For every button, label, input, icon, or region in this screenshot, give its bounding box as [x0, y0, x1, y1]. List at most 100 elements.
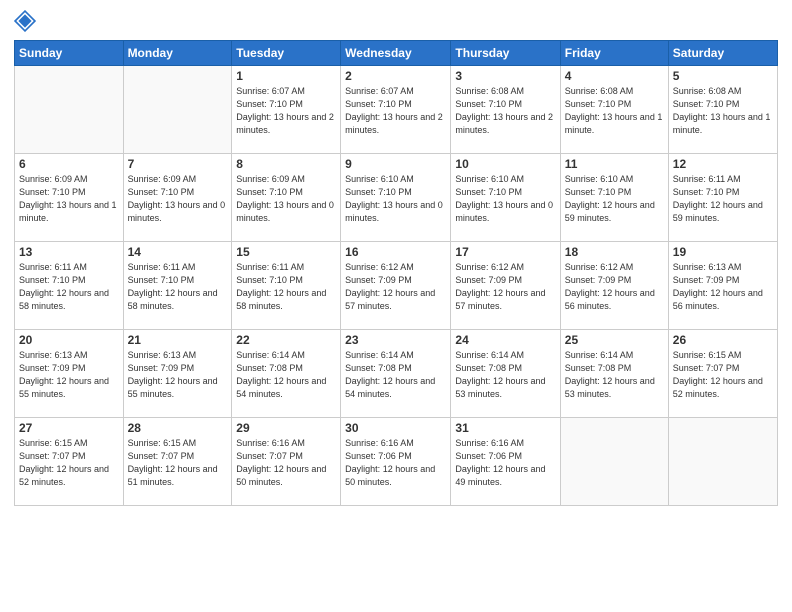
day-info: Sunrise: 6:14 AM Sunset: 7:08 PM Dayligh…	[455, 349, 555, 401]
table-row: 9 Sunrise: 6:10 AM Sunset: 7:10 PM Daylig…	[341, 154, 451, 242]
page-header	[14, 10, 778, 32]
table-row: 15 Sunrise: 6:11 AM Sunset: 7:10 PM Dayli…	[232, 242, 341, 330]
table-row: 13 Sunrise: 6:11 AM Sunset: 7:10 PM Dayli…	[15, 242, 124, 330]
day-number: 29	[236, 421, 336, 435]
day-info: Sunrise: 6:10 AM Sunset: 7:10 PM Dayligh…	[455, 173, 555, 225]
weekday-header: Saturday	[668, 41, 777, 66]
calendar-week-row: 6 Sunrise: 6:09 AM Sunset: 7:10 PM Daylig…	[15, 154, 778, 242]
day-info: Sunrise: 6:11 AM Sunset: 7:10 PM Dayligh…	[19, 261, 119, 313]
day-number: 17	[455, 245, 555, 259]
table-row: 27 Sunrise: 6:15 AM Sunset: 7:07 PM Dayli…	[15, 418, 124, 506]
weekday-header: Tuesday	[232, 41, 341, 66]
day-info: Sunrise: 6:07 AM Sunset: 7:10 PM Dayligh…	[236, 85, 336, 137]
calendar-week-row: 27 Sunrise: 6:15 AM Sunset: 7:07 PM Dayli…	[15, 418, 778, 506]
table-row	[15, 66, 124, 154]
day-number: 15	[236, 245, 336, 259]
day-number: 24	[455, 333, 555, 347]
day-number: 2	[345, 69, 446, 83]
day-info: Sunrise: 6:12 AM Sunset: 7:09 PM Dayligh…	[345, 261, 446, 313]
weekday-header: Wednesday	[341, 41, 451, 66]
day-number: 27	[19, 421, 119, 435]
table-row: 29 Sunrise: 6:16 AM Sunset: 7:07 PM Dayli…	[232, 418, 341, 506]
day-number: 7	[128, 157, 228, 171]
day-info: Sunrise: 6:08 AM Sunset: 7:10 PM Dayligh…	[455, 85, 555, 137]
day-number: 9	[345, 157, 446, 171]
day-number: 21	[128, 333, 228, 347]
day-info: Sunrise: 6:15 AM Sunset: 7:07 PM Dayligh…	[673, 349, 773, 401]
day-info: Sunrise: 6:11 AM Sunset: 7:10 PM Dayligh…	[673, 173, 773, 225]
table-row: 3 Sunrise: 6:08 AM Sunset: 7:10 PM Daylig…	[451, 66, 560, 154]
day-number: 13	[19, 245, 119, 259]
table-row: 22 Sunrise: 6:14 AM Sunset: 7:08 PM Dayli…	[232, 330, 341, 418]
weekday-header: Sunday	[15, 41, 124, 66]
day-info: Sunrise: 6:08 AM Sunset: 7:10 PM Dayligh…	[673, 85, 773, 137]
day-info: Sunrise: 6:16 AM Sunset: 7:06 PM Dayligh…	[345, 437, 446, 489]
day-number: 25	[565, 333, 664, 347]
day-number: 16	[345, 245, 446, 259]
day-number: 28	[128, 421, 228, 435]
weekday-header-row: SundayMondayTuesdayWednesdayThursdayFrid…	[15, 41, 778, 66]
day-info: Sunrise: 6:15 AM Sunset: 7:07 PM Dayligh…	[19, 437, 119, 489]
day-info: Sunrise: 6:10 AM Sunset: 7:10 PM Dayligh…	[565, 173, 664, 225]
table-row: 11 Sunrise: 6:10 AM Sunset: 7:10 PM Dayli…	[560, 154, 668, 242]
table-row: 1 Sunrise: 6:07 AM Sunset: 7:10 PM Daylig…	[232, 66, 341, 154]
logo	[14, 10, 38, 32]
table-row: 10Sunrise: 6:10 AM Sunset: 7:10 PM Dayli…	[451, 154, 560, 242]
day-info: Sunrise: 6:10 AM Sunset: 7:10 PM Dayligh…	[345, 173, 446, 225]
day-info: Sunrise: 6:13 AM Sunset: 7:09 PM Dayligh…	[128, 349, 228, 401]
day-number: 11	[565, 157, 664, 171]
calendar-table: SundayMondayTuesdayWednesdayThursdayFrid…	[14, 40, 778, 506]
table-row: 21 Sunrise: 6:13 AM Sunset: 7:09 PM Dayli…	[123, 330, 232, 418]
weekday-header: Monday	[123, 41, 232, 66]
table-row: 30 Sunrise: 6:16 AM Sunset: 7:06 PM Dayli…	[341, 418, 451, 506]
day-info: Sunrise: 6:11 AM Sunset: 7:10 PM Dayligh…	[236, 261, 336, 313]
day-info: Sunrise: 6:13 AM Sunset: 7:09 PM Dayligh…	[19, 349, 119, 401]
calendar-week-row: 20Sunrise: 6:13 AM Sunset: 7:09 PM Dayli…	[15, 330, 778, 418]
table-row: 31Sunrise: 6:16 AM Sunset: 7:06 PM Dayli…	[451, 418, 560, 506]
table-row: 14 Sunrise: 6:11 AM Sunset: 7:10 PM Dayli…	[123, 242, 232, 330]
day-number: 4	[565, 69, 664, 83]
table-row: 24 Sunrise: 6:14 AM Sunset: 7:08 PM Dayli…	[451, 330, 560, 418]
day-number: 8	[236, 157, 336, 171]
calendar-week-row: 13 Sunrise: 6:11 AM Sunset: 7:10 PM Dayli…	[15, 242, 778, 330]
weekday-header: Thursday	[451, 41, 560, 66]
day-number: 12	[673, 157, 773, 171]
table-row: 6 Sunrise: 6:09 AM Sunset: 7:10 PM Daylig…	[15, 154, 124, 242]
day-info: Sunrise: 6:08 AM Sunset: 7:10 PM Dayligh…	[565, 85, 664, 137]
table-row: 5Sunrise: 6:08 AM Sunset: 7:10 PM Daylig…	[668, 66, 777, 154]
table-row: 4 Sunrise: 6:08 AM Sunset: 7:10 PM Daylig…	[560, 66, 668, 154]
day-info: Sunrise: 6:16 AM Sunset: 7:07 PM Dayligh…	[236, 437, 336, 489]
day-number: 19	[673, 245, 773, 259]
day-info: Sunrise: 6:14 AM Sunset: 7:08 PM Dayligh…	[236, 349, 336, 401]
day-info: Sunrise: 6:14 AM Sunset: 7:08 PM Dayligh…	[565, 349, 664, 401]
day-info: Sunrise: 6:09 AM Sunset: 7:10 PM Dayligh…	[236, 173, 336, 225]
day-info: Sunrise: 6:13 AM Sunset: 7:09 PM Dayligh…	[673, 261, 773, 313]
day-info: Sunrise: 6:11 AM Sunset: 7:10 PM Dayligh…	[128, 261, 228, 313]
day-info: Sunrise: 6:09 AM Sunset: 7:10 PM Dayligh…	[19, 173, 119, 225]
table-row: 18 Sunrise: 6:12 AM Sunset: 7:09 PM Dayli…	[560, 242, 668, 330]
day-number: 23	[345, 333, 446, 347]
day-number: 18	[565, 245, 664, 259]
day-info: Sunrise: 6:12 AM Sunset: 7:09 PM Dayligh…	[455, 261, 555, 313]
day-number: 31	[455, 421, 555, 435]
table-row	[123, 66, 232, 154]
table-row: 28Sunrise: 6:15 AM Sunset: 7:07 PM Dayli…	[123, 418, 232, 506]
day-number: 26	[673, 333, 773, 347]
day-number: 14	[128, 245, 228, 259]
day-info: Sunrise: 6:07 AM Sunset: 7:10 PM Dayligh…	[345, 85, 446, 137]
table-row: 23 Sunrise: 6:14 AM Sunset: 7:08 PM Dayli…	[341, 330, 451, 418]
day-info: Sunrise: 6:14 AM Sunset: 7:08 PM Dayligh…	[345, 349, 446, 401]
table-row	[560, 418, 668, 506]
day-info: Sunrise: 6:12 AM Sunset: 7:09 PM Dayligh…	[565, 261, 664, 313]
table-row	[668, 418, 777, 506]
logo-icon	[14, 10, 36, 32]
day-number: 30	[345, 421, 446, 435]
day-number: 3	[455, 69, 555, 83]
table-row: 8 Sunrise: 6:09 AM Sunset: 7:10 PM Daylig…	[232, 154, 341, 242]
day-number: 1	[236, 69, 336, 83]
day-number: 6	[19, 157, 119, 171]
weekday-header: Friday	[560, 41, 668, 66]
day-number: 22	[236, 333, 336, 347]
calendar-week-row: 1 Sunrise: 6:07 AM Sunset: 7:10 PM Daylig…	[15, 66, 778, 154]
table-row: 2 Sunrise: 6:07 AM Sunset: 7:10 PM Daylig…	[341, 66, 451, 154]
